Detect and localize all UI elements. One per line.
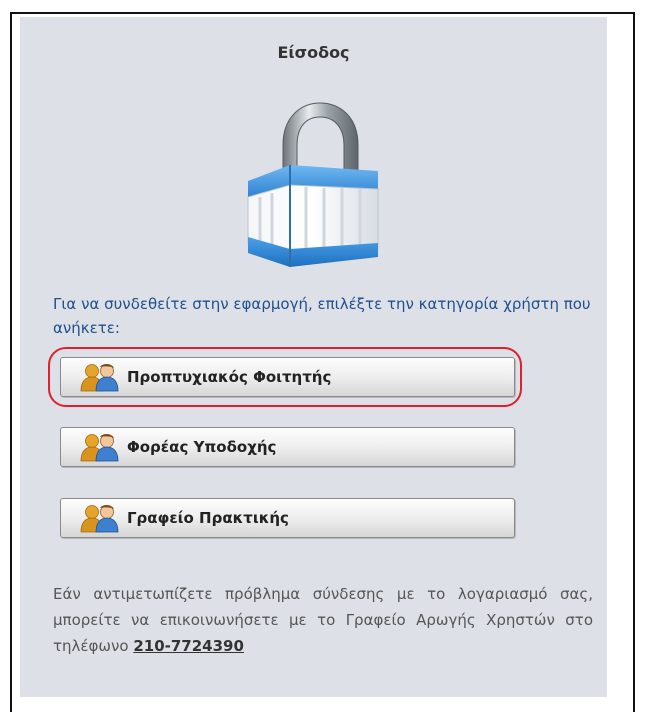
host-organization-label: Φορέας Υποδοχής bbox=[127, 438, 277, 456]
users-icon bbox=[80, 364, 119, 392]
internship-office-button[interactable]: Γραφείο Πρακτικής bbox=[60, 498, 515, 538]
host-organization-button[interactable]: Φορέας Υποδοχής bbox=[60, 427, 515, 467]
login-panel: Είσοδος Για να συνδεθείτε στην εφαρμογή,… bbox=[20, 17, 607, 697]
users-icon bbox=[80, 434, 119, 462]
help-text: Εάν αντιμετωπίζετε πρόβλημα σύνδεσης με … bbox=[53, 581, 593, 659]
internship-office-label: Γραφείο Πρακτικής bbox=[127, 509, 289, 527]
login-instructions: Για να συνδεθείτε στην εφαρμογή, επιλέξτ… bbox=[53, 295, 591, 337]
undergraduate-student-label: Προπτυχιακός Φοιτητής bbox=[127, 368, 332, 386]
page-title: Είσοδος bbox=[277, 43, 350, 62]
undergraduate-student-button[interactable]: Προπτυχιακός Φοιτητής bbox=[60, 357, 515, 397]
help-phone-link[interactable]: 210-7724390 bbox=[133, 637, 244, 655]
padlock-icon bbox=[247, 102, 379, 267]
users-icon bbox=[80, 505, 119, 533]
